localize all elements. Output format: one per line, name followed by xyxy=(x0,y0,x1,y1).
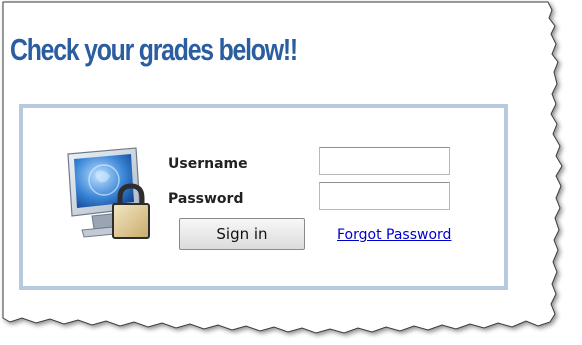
page-title: Check your grades below!! xyxy=(10,32,298,67)
sign-in-button[interactable]: Sign in xyxy=(179,218,305,250)
computer-monitor-with-padlock-icon xyxy=(67,147,150,239)
username-field[interactable] xyxy=(319,147,450,175)
username-label: Username xyxy=(168,156,248,172)
forgot-password-link[interactable]: Forgot Password xyxy=(337,227,451,243)
password-field[interactable] xyxy=(319,182,450,210)
login-panel: Username Password Sign in Forgot Passwor… xyxy=(19,104,508,290)
password-label: Password xyxy=(168,191,244,207)
